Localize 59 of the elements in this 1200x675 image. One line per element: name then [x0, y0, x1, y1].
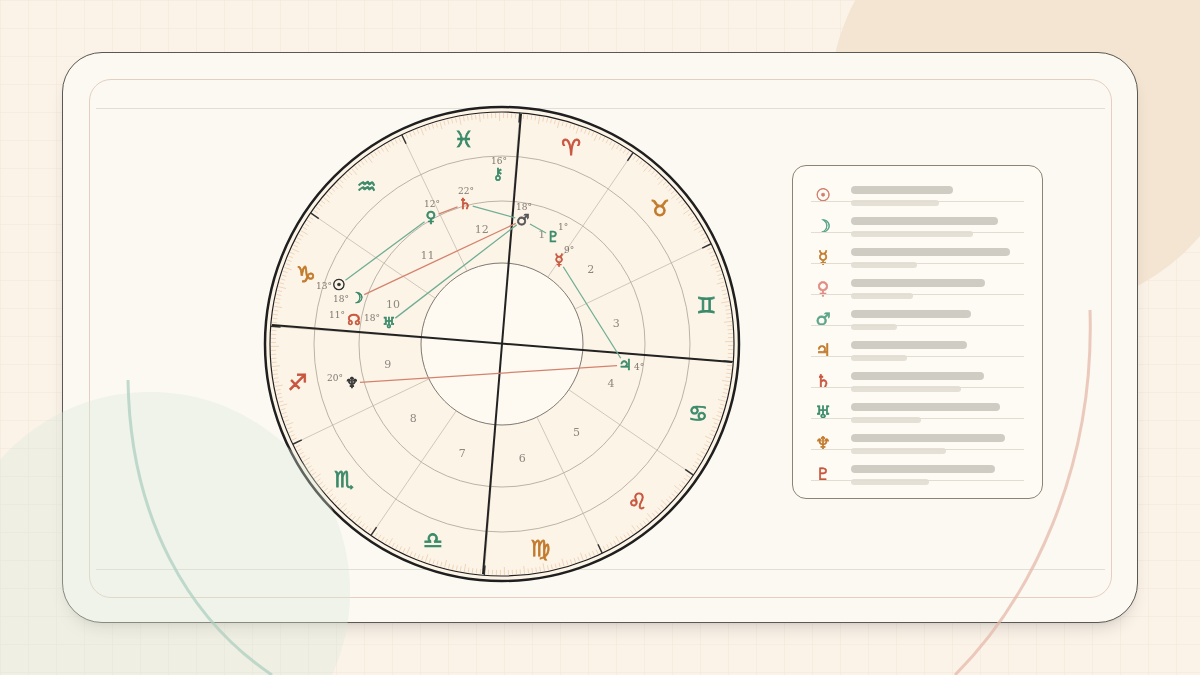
planet-icon: ♇ [546, 228, 560, 246]
zodiac-sign-icon: ♑ [295, 262, 316, 288]
degree-label: 4° [634, 362, 645, 372]
planet-icon: ♀ [425, 208, 437, 226]
degree-label: 13° [316, 281, 332, 291]
degree-label: 18° [516, 202, 532, 212]
planet-icon: ♀ [811, 280, 835, 297]
planet-icon: ♃ [811, 342, 835, 359]
planet-icon: ♂ [811, 311, 835, 328]
house-number: 11 [420, 248, 435, 262]
planet-icon: ♅ [811, 404, 835, 421]
planet-icon: ♃ [618, 356, 632, 374]
zodiac-sign-icon: ♏ [334, 466, 354, 492]
zodiac-sign-icon: ♌ [627, 489, 648, 515]
planet-icon: ☉ [811, 187, 835, 204]
planet-icon: ♄ [458, 195, 472, 213]
house-number: 5 [573, 426, 581, 440]
planet-icon: ☿ [811, 249, 835, 266]
degree-label: 16° [491, 156, 507, 166]
degree-label: 1° [558, 222, 569, 232]
planet-icon: ☿ [554, 251, 564, 269]
house-number: 8 [409, 412, 417, 426]
degree-label: 22° [458, 186, 474, 196]
aspect-line [472, 205, 516, 219]
house-number: 9 [384, 357, 392, 371]
zodiac-sign-icon: ♋ [688, 400, 709, 426]
zodiac-sign-icon: ♊ [696, 293, 717, 319]
house-number: 12 [474, 223, 489, 237]
house-number: 4 [607, 377, 615, 391]
zodiac-sign-icon: ♓ [453, 127, 474, 153]
house-number: 2 [587, 262, 595, 276]
house-number: 7 [458, 446, 466, 460]
planet-icon: ☽ [350, 289, 364, 307]
zodiac-sign-icon: ♈ [561, 135, 581, 161]
aspect-line [437, 206, 459, 215]
planet-icon: ♂ [516, 211, 530, 229]
zodiac-sign-icon: ♎ [423, 527, 443, 553]
degree-label: 12° [424, 199, 440, 209]
zodiac-sign-icon: ♐ [287, 369, 308, 395]
house-number: 6 [518, 451, 526, 465]
planet-icon: ♆ [345, 374, 359, 392]
degree-label: 18° [333, 294, 349, 304]
zodiac-sign-icon: ♒ [356, 173, 377, 199]
planet-icon: ♆ [811, 435, 835, 452]
house-number: 10 [386, 297, 400, 311]
planet-icon: ♅ [382, 314, 396, 332]
planet-icon: ⚷ [492, 165, 504, 183]
planet-icon: ☽ [811, 218, 835, 235]
planet-icon: ☊ [347, 311, 361, 329]
planet-icon: ♄ [811, 373, 835, 390]
degree-label: 9° [564, 245, 575, 255]
planet-icon: ♇ [811, 466, 835, 483]
zodiac-sign-icon: ♍ [530, 535, 551, 561]
degree-label: 18° [364, 313, 380, 323]
degree-label: 11° [329, 310, 345, 320]
planet-icon: ☉ [332, 276, 346, 294]
house-number: 3 [612, 317, 620, 331]
zodiac-sign-icon: ♉ [650, 196, 670, 222]
degree-label: 20° [327, 373, 343, 383]
